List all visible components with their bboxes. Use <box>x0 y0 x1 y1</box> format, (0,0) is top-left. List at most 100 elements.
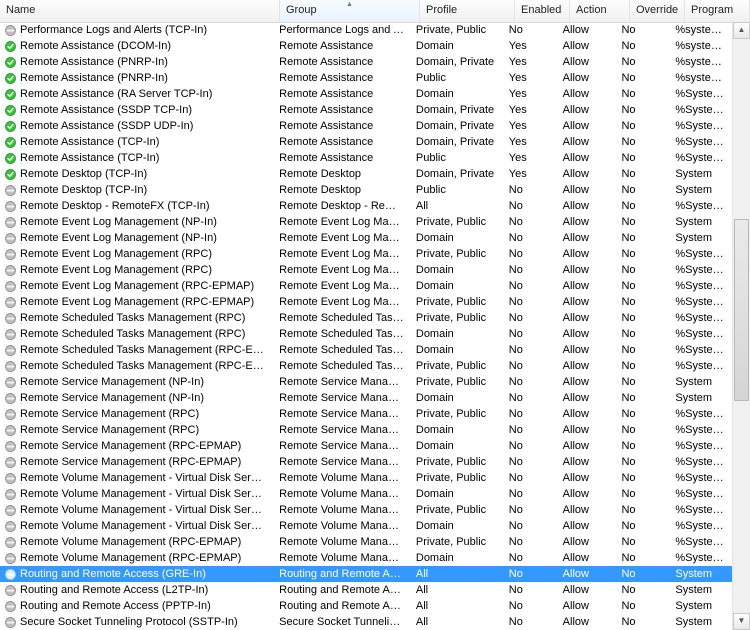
scroll-track[interactable] <box>733 39 750 613</box>
rule-row[interactable]: Remote Scheduled Tasks Management (RPC-E… <box>0 358 733 374</box>
cell-program: %SystemRo <box>669 246 733 262</box>
cell-profile: Public <box>410 182 503 198</box>
cell-group: Remote Scheduled Tasks M... <box>273 310 410 326</box>
scroll-up-button[interactable]: ▲ <box>733 22 750 39</box>
rule-row[interactable]: Remote Scheduled Tasks Management (RPC) R… <box>0 310 733 326</box>
cell-enabled: Yes <box>503 86 557 102</box>
cell-name: Remote Assistance (RA Server TCP-In) <box>0 86 273 102</box>
cell-name: Remote Scheduled Tasks Management (RPC-E… <box>0 358 273 374</box>
rule-row[interactable]: Remote Scheduled Tasks Management (RPC-E… <box>0 342 733 358</box>
rule-row[interactable]: Remote Volume Management - Virtual Disk … <box>0 486 733 502</box>
header-action[interactable]: Action <box>570 0 630 22</box>
rule-row[interactable]: Remote Event Log Management (RPC)Remote … <box>0 246 733 262</box>
rule-row[interactable]: Routing and Remote Access (PPTP-In)Routi… <box>0 598 733 614</box>
scroll-down-button[interactable]: ▼ <box>733 613 750 630</box>
sort-asc-icon: ▲ <box>346 1 353 8</box>
rule-row[interactable]: Remote Desktop (TCP-In)Remote DesktopDom… <box>0 166 733 182</box>
cell-profile: Domain <box>410 518 503 534</box>
rule-name-text: Remote Assistance (SSDP UDP-In) <box>20 118 267 134</box>
rule-row[interactable]: Remote Service Management (RPC)Remote Se… <box>0 406 733 422</box>
cell-enabled: No <box>503 182 557 198</box>
rule-row[interactable]: Remote Desktop - RemoteFX (TCP-In)Remote… <box>0 198 733 214</box>
cell-override: No <box>615 262 669 278</box>
cell-program: %systemroo <box>669 38 733 54</box>
cell-group: Remote Desktop <box>273 182 410 198</box>
cell-program: %SystemRo <box>669 422 733 438</box>
cell-name: Remote Volume Management (RPC-EPMAP) <box>0 534 273 550</box>
cell-action: Allow <box>557 198 616 214</box>
rule-row[interactable]: Remote Assistance (TCP-In)Remote Assista… <box>0 134 733 150</box>
cell-group: Performance Logs and Alerts <box>273 22 410 38</box>
cell-profile: Private, Public <box>410 310 503 326</box>
rule-row[interactable]: Remote Assistance (SSDP TCP-In)Remote As… <box>0 102 733 118</box>
cell-group: Remote Assistance <box>273 70 410 86</box>
rule-row[interactable]: Remote Service Management (RPC-EPMAP)Rem… <box>0 454 733 470</box>
rule-row[interactable]: Remote Desktop (TCP-In)Remote DesktopPub… <box>0 182 733 198</box>
rule-row[interactable]: Remote Event Log Management (NP-In)Remot… <box>0 214 733 230</box>
scroll-thumb[interactable] <box>734 219 749 401</box>
cell-override: No <box>615 614 669 630</box>
cell-profile: Private, Public <box>410 470 503 486</box>
header-name[interactable]: Name <box>0 0 280 22</box>
header-enabled[interactable]: Enabled <box>515 0 570 22</box>
rule-row[interactable]: Routing and Remote Access (GRE-In)Routin… <box>0 566 733 582</box>
cell-group: Remote Assistance <box>273 102 410 118</box>
rule-row[interactable]: Secure Socket Tunneling Protocol (SSTP-I… <box>0 614 733 630</box>
cell-group: Remote Assistance <box>273 38 410 54</box>
cell-profile: All <box>410 582 503 598</box>
cell-program: %SystemRo <box>669 358 733 374</box>
cell-enabled: Yes <box>503 38 557 54</box>
cell-program: System <box>669 230 733 246</box>
rule-row[interactable]: Remote Assistance (TCP-In)Remote Assista… <box>0 150 733 166</box>
rule-row[interactable]: Remote Event Log Management (RPC-EPMAP)R… <box>0 278 733 294</box>
rule-row[interactable]: Routing and Remote Access (L2TP-In)Routi… <box>0 582 733 598</box>
rule-row[interactable]: Remote Service Management (NP-In)Remote … <box>0 390 733 406</box>
rule-row[interactable]: Remote Assistance (SSDP UDP-In)Remote As… <box>0 118 733 134</box>
header-profile[interactable]: Profile <box>420 0 515 22</box>
rule-row[interactable]: Remote Scheduled Tasks Management (RPC)R… <box>0 326 733 342</box>
header-group[interactable]: ▲ Group <box>280 0 420 22</box>
cell-action: Allow <box>557 486 616 502</box>
rule-row[interactable]: Remote Assistance (PNRP-In)Remote Assist… <box>0 54 733 70</box>
rule-row[interactable]: Remote Service Management (RPC)Remote Se… <box>0 422 733 438</box>
rule-disabled-icon <box>4 616 17 629</box>
rule-row[interactable]: Remote Assistance (DCOM-In)Remote Assist… <box>0 38 733 54</box>
rule-row[interactable]: Remote Volume Management (RPC-EPMAP)Remo… <box>0 534 733 550</box>
rule-row[interactable]: Remote Event Log Management (RPC)Remote … <box>0 262 733 278</box>
cell-enabled: No <box>503 22 557 38</box>
rule-row[interactable]: Remote Service Management (RPC-EPMAP)Rem… <box>0 438 733 454</box>
rule-enabled-icon <box>4 88 17 101</box>
vertical-scrollbar[interactable]: ▲ ▼ <box>732 22 750 630</box>
cell-override: No <box>615 470 669 486</box>
cell-enabled: No <box>503 390 557 406</box>
cell-action: Allow <box>557 38 616 54</box>
cell-name: Remote Scheduled Tasks Management (RPC-E… <box>0 342 273 358</box>
cell-override: No <box>615 438 669 454</box>
header-override[interactable]: Override <box>630 0 685 22</box>
cell-name: Remote Service Management (RPC) <box>0 422 273 438</box>
cell-name: Remote Desktop (TCP-In) <box>0 166 273 182</box>
cell-group: Remote Volume Manageme... <box>273 502 410 518</box>
rule-row[interactable]: Remote Volume Management - Virtual Disk … <box>0 502 733 518</box>
cell-action: Allow <box>557 438 616 454</box>
rule-name-text: Remote Service Management (RPC-EPMAP) <box>20 454 267 470</box>
cell-profile: Private, Public <box>410 454 503 470</box>
rule-disabled-icon <box>4 328 17 341</box>
rule-row[interactable]: Remote Assistance (PNRP-In)Remote Assist… <box>0 70 733 86</box>
rule-row[interactable]: Remote Event Log Management (NP-In)Remot… <box>0 230 733 246</box>
cell-action: Allow <box>557 470 616 486</box>
rule-row[interactable]: Remote Assistance (RA Server TCP-In)Remo… <box>0 86 733 102</box>
rule-row[interactable]: Remote Volume Management (RPC-EPMAP)Remo… <box>0 550 733 566</box>
rule-row[interactable]: Remote Service Management (NP-In)Remote … <box>0 374 733 390</box>
rule-row[interactable]: Performance Logs and Alerts (TCP-In)Perf… <box>0 22 733 38</box>
cell-name: Remote Volume Management - Virtual Disk … <box>0 486 273 502</box>
rule-row[interactable]: Remote Event Log Management (RPC-EPMAP)R… <box>0 294 733 310</box>
rule-name-text: Remote Scheduled Tasks Management (RPC) <box>20 310 267 326</box>
rule-row[interactable]: Remote Volume Management - Virtual Disk … <box>0 518 733 534</box>
rule-name-text: Remote Event Log Management (NP-In) <box>20 230 267 246</box>
cell-action: Allow <box>557 22 616 38</box>
cell-profile: All <box>410 598 503 614</box>
cell-profile: Domain <box>410 230 503 246</box>
rule-row[interactable]: Remote Volume Management - Virtual Disk … <box>0 470 733 486</box>
header-program[interactable]: Program <box>685 0 750 22</box>
